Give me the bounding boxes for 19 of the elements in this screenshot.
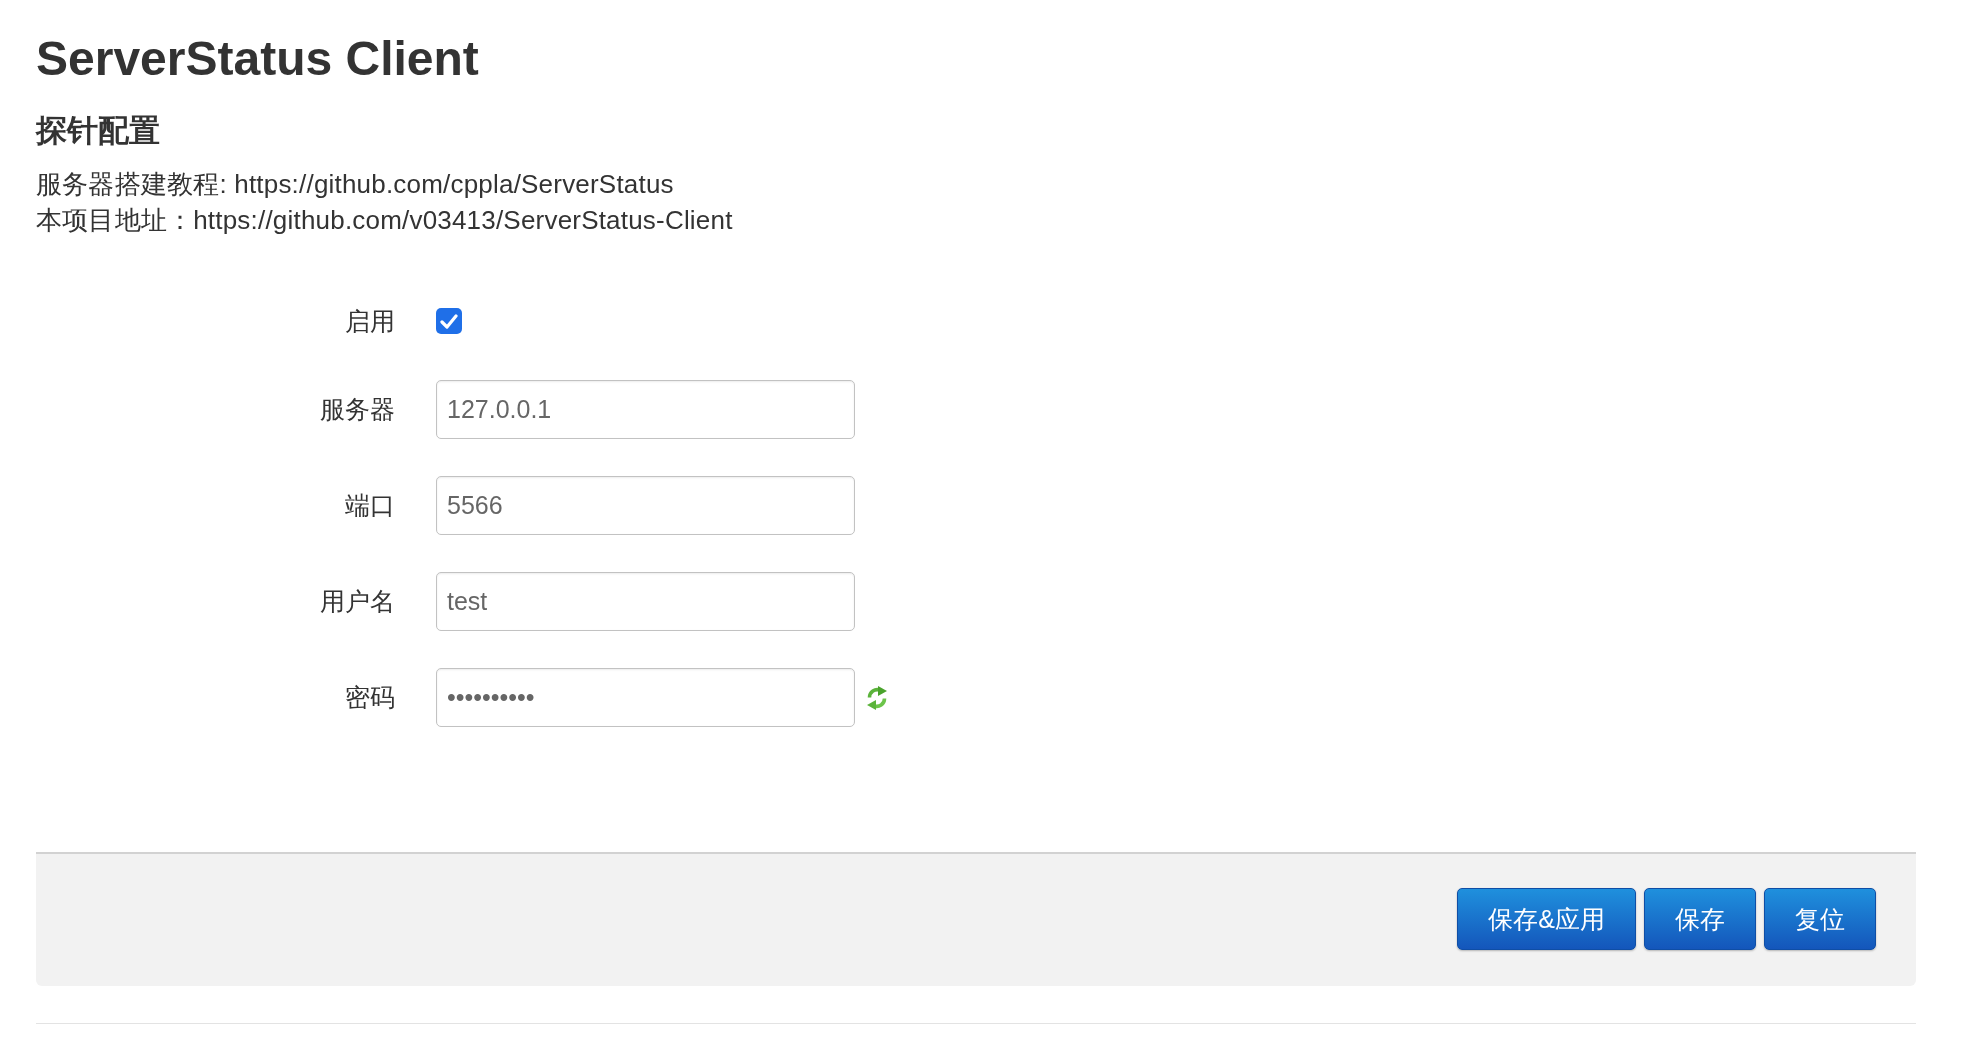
save-button[interactable]: 保存 bbox=[1644, 888, 1756, 950]
description-text: 服务器搭建教程: https://github.com/cppla/ServerStatus bbox=[36, 168, 674, 201]
field-label: 密码 bbox=[345, 685, 395, 710]
field-label: 端口 bbox=[345, 493, 395, 518]
checkmark-icon bbox=[440, 313, 458, 329]
text-field[interactable]: 127.0.0.1 bbox=[436, 380, 855, 439]
field-label: 服务器 bbox=[320, 397, 395, 422]
text-field[interactable]: test bbox=[436, 572, 855, 631]
section-title: 探针配置 bbox=[36, 115, 160, 146]
page-title: ServerStatus Client bbox=[36, 35, 479, 83]
text-field[interactable]: 5566 bbox=[436, 476, 855, 535]
field-label: 用户名 bbox=[320, 589, 395, 614]
field-label: 启用 bbox=[345, 308, 395, 334]
save-and-apply-button[interactable]: 保存&应用 bbox=[1457, 888, 1636, 950]
description-text: 本项目地址：https://github.com/v03413/ServerStatus-Client bbox=[36, 204, 733, 237]
refresh-icon[interactable] bbox=[866, 684, 888, 711]
checkbox[interactable] bbox=[436, 308, 462, 334]
reset-button[interactable]: 复位 bbox=[1764, 888, 1876, 950]
password-field[interactable]: •••••••••• bbox=[436, 668, 855, 727]
